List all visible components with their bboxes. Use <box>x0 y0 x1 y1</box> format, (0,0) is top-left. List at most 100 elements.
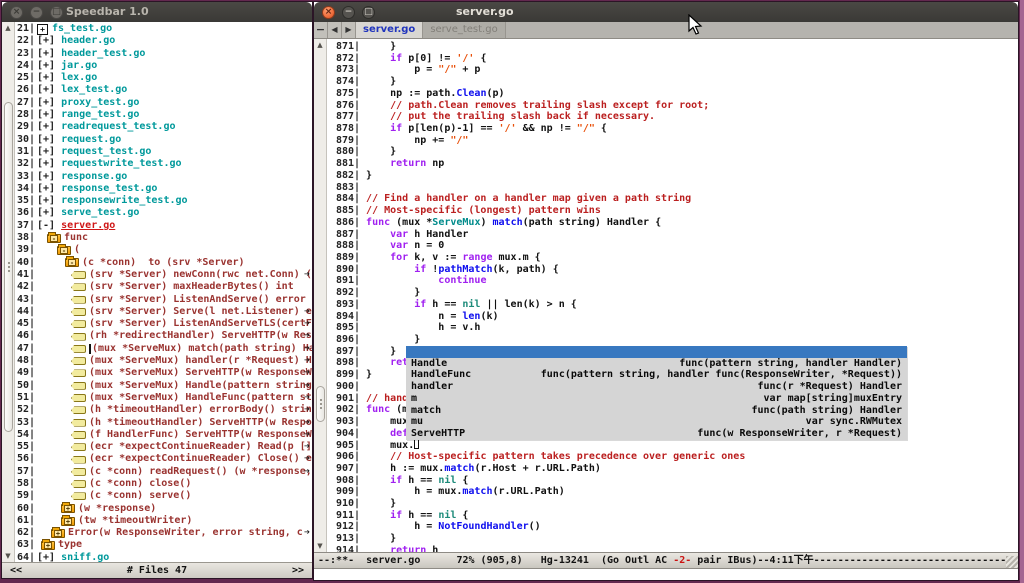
speedbar-item-lex-go[interactable]: 25|[+] lex.go <box>15 72 312 84</box>
folder-minus-icon[interactable]: - <box>47 234 61 243</box>
speedbar-item--[interactable]: 39|-( <box>15 244 312 256</box>
collapse-icon[interactable]: [-] <box>37 220 61 232</box>
folder-plus-icon[interactable]: + <box>51 529 65 538</box>
code-line-910[interactable]: 910| } <box>328 498 1018 510</box>
speedbar-item--mux-servemux-servehttp-w-responsew[interactable]: 49|(mux *ServeMux) ServeHTTP(w ResponseW… <box>15 367 312 379</box>
expand-icon[interactable]: [+] <box>37 158 61 170</box>
expand-icon[interactable]: [+] <box>37 195 61 207</box>
speedbar-item--c-conn-serve-[interactable]: 59|(c *conn) serve() <box>15 490 312 502</box>
scroll-up-icon[interactable]: ▲ <box>314 39 326 51</box>
tag-icon[interactable] <box>71 492 86 500</box>
speedbar-item-jar-go[interactable]: 24|[+] jar.go <box>15 60 312 72</box>
code-line-907[interactable]: 907| h := mux.match(r.Host + r.URL.Path) <box>328 463 1018 475</box>
speedbar-item-responsewrite-test-go[interactable]: 35|[+] responsewrite_test.go <box>15 195 312 207</box>
code-area[interactable]: ▲ ▼ 871| }872| if p[0] != '/' {873| p = … <box>314 39 1018 552</box>
autocomplete-item-selected[interactable] <box>406 346 907 358</box>
speedbar-item-server-go[interactable]: 37|[-] server.go <box>15 220 312 232</box>
speedbar-item--srv-server-serve-l-net-listener-e[interactable]: 44|(srv *Server) Serve(l net.Listener) e… <box>15 306 312 318</box>
expand-icon[interactable]: [+] <box>37 84 61 96</box>
editor-scroll-thumb[interactable] <box>316 386 325 422</box>
speedbar-item-requestwrite-test-go[interactable]: 32|[+] requestwrite_test.go <box>15 158 312 170</box>
speedbar-item-fs-test-go[interactable]: 21|+fs_test.go <box>15 23 312 35</box>
speedbar-item-response-go[interactable]: 33|[+] response.go <box>15 171 312 183</box>
file-expand-icon[interactable]: + <box>37 24 48 35</box>
minimize-icon[interactable]: − <box>30 6 43 19</box>
code-line-891[interactable]: 891| continue <box>328 275 1018 287</box>
speedbar-page-forward-button[interactable]: >> <box>292 563 304 578</box>
tag-icon[interactable] <box>71 382 86 390</box>
speedbar-item--c-conn-readrequest-w-response-[interactable]: 57|(c *conn) readRequest() (w *response,… <box>15 466 312 478</box>
close-icon[interactable]: × <box>322 6 335 19</box>
expand-icon[interactable]: [+] <box>37 552 61 562</box>
speedbar-item--srv-server-listenandserve-error[interactable]: 43|(srv *Server) ListenAndServe() error <box>15 294 312 306</box>
speedbar-item--h-timeouthandler-errorbody-strin[interactable]: 52|(h *timeoutHandler) errorBody() strin… <box>15 404 312 416</box>
tag-icon[interactable] <box>71 296 86 304</box>
speedbar-item--rh-redirecthandler-servehttp-w-res[interactable]: 46|(rh *redirectHandler) ServeHTTP(w Res… <box>15 330 312 342</box>
speedbar-item--ecr-expectcontinuereader-close-e[interactable]: 56|(ecr *expectContinueReader) Close() e… <box>15 453 312 465</box>
expand-icon[interactable]: [+] <box>37 171 61 183</box>
tag-icon[interactable] <box>71 357 86 365</box>
tag-icon[interactable] <box>71 468 86 476</box>
expand-icon[interactable]: [+] <box>37 207 61 219</box>
maximize-icon[interactable]: □ <box>50 6 63 19</box>
code-line-894[interactable]: 894| n = len(k) <box>328 311 1018 323</box>
speedbar-item--srv-server-newconn-rwc-net-conn-[interactable]: 41|(srv *Server) newConn(rwc net.Conn) (… <box>15 269 312 281</box>
folder-plus-icon[interactable]: + <box>61 517 75 526</box>
scroll-down-icon[interactable]: ▼ <box>2 550 14 562</box>
folder-minus-icon[interactable]: - <box>65 258 79 267</box>
speedbar-item-serve-test-go[interactable]: 36|[+] serve_test.go <box>15 207 312 219</box>
speedbar-scroll-thumb[interactable] <box>4 102 13 432</box>
code-line-886[interactable]: 886| func (mux *ServeMux) match(path str… <box>328 217 1018 229</box>
code-line-872[interactable]: 872| if p[0] != '/' { <box>328 53 1018 65</box>
tag-icon[interactable] <box>71 394 86 402</box>
speedbar-item--mux-servemux-handler-r-request-h[interactable]: 48|(mux *ServeMux) handler(r *Request) H… <box>15 355 312 367</box>
autocomplete-item-match[interactable]: matchfunc(path string) Handler <box>406 405 907 417</box>
code-line-885[interactable]: 885| // Most-specific (longest) pattern … <box>328 205 1018 217</box>
code-line-875[interactable]: 875| np := path.Clean(p) <box>328 88 1018 100</box>
code-line-884[interactable]: 884| // Find a handler on a handler map … <box>328 193 1018 205</box>
speedbar-item-lex-test-go[interactable]: 26|[+] lex_test.go <box>15 84 312 96</box>
code-line-905[interactable]: 905| mux. <box>328 439 1018 451</box>
code-line-880[interactable]: 880| } <box>328 146 1018 158</box>
code-line-882[interactable]: 882| } <box>328 170 1018 182</box>
speedbar-item--mux-servemux-handle-pattern-string[interactable]: 50|(mux *ServeMux) Handle(pattern string… <box>15 380 312 392</box>
expand-icon[interactable]: [+] <box>37 48 61 60</box>
autocomplete-item-mu[interactable]: muvar sync.RWMutex <box>406 416 907 428</box>
tag-icon[interactable] <box>71 320 86 328</box>
autocomplete-item-handlefunc[interactable]: HandleFuncfunc(pattern string, handler f… <box>406 369 907 381</box>
tag-icon[interactable] <box>71 419 86 427</box>
expand-icon[interactable]: [+] <box>37 60 61 72</box>
expand-icon[interactable]: [+] <box>37 146 61 158</box>
speedbar-item-request-test-go[interactable]: 31|[+] request_test.go <box>15 146 312 158</box>
speedbar-item--mux-servemux-handlefunc-pattern-st[interactable]: 51|(mux *ServeMux) HandleFunc(pattern st… <box>15 392 312 404</box>
speedbar-item--c-conn-close-[interactable]: 58|(c *conn) close() <box>15 478 312 490</box>
autocomplete-item-handler[interactable]: handlerfunc(r *Request) Handler <box>406 381 907 393</box>
expand-icon[interactable]: [+] <box>37 134 61 146</box>
speedbar-item-sniff-go[interactable]: 64|[+] sniff.go <box>15 552 312 562</box>
tag-icon[interactable] <box>71 369 86 377</box>
tab-serve-test-go[interactable]: serve_test.go <box>423 22 505 38</box>
speedbar-item--w-response-[interactable]: 60|+(w *response) <box>15 503 312 515</box>
folder-plus-icon[interactable]: + <box>61 504 75 513</box>
speedbar-item--c-conn-to-srv-server-[interactable]: 40|-(c *conn) to (srv *Server) <box>15 257 312 269</box>
folder-plus-icon[interactable]: + <box>41 541 55 550</box>
speedbar-item-error-w-responsewriter-error-string-c[interactable]: 62|+Error(w ResponseWriter, error string… <box>15 527 312 539</box>
speedbar-titlebar[interactable]: × − □ Speedbar 1.0 <box>2 2 312 22</box>
autocomplete-item-m[interactable]: mvar map[string]muxEntry <box>406 393 907 405</box>
folder-minus-icon[interactable]: - <box>57 246 71 255</box>
speedbar-item--f-handlerfunc-servehttp-w-responsew[interactable]: 54|(f HandlerFunc) ServeHTTP(w ResponseW… <box>15 429 312 441</box>
code-line-896[interactable]: 896| } <box>328 334 1018 346</box>
code-line-892[interactable]: 892| } <box>328 287 1018 299</box>
code-line-876[interactable]: 876| // path.Clean removes trailing slas… <box>328 100 1018 112</box>
tag-icon[interactable] <box>71 271 86 279</box>
tab-server-go[interactable]: server.go <box>356 22 423 38</box>
tabbar-scroll-right-icon[interactable]: ▶ <box>342 22 356 38</box>
speedbar-item-header-go[interactable]: 22|[+] header.go <box>15 35 312 47</box>
speedbar-item-response-test-go[interactable]: 34|[+] response_test.go <box>15 183 312 195</box>
code-line-871[interactable]: 871| } <box>328 41 1018 53</box>
code-line-888[interactable]: 888| var n = 0 <box>328 240 1018 252</box>
code-line-879[interactable]: 879| np += "/" <box>328 135 1018 147</box>
autocomplete-item-handle[interactable]: Handlefunc(pattern string, handler Handl… <box>406 358 907 370</box>
tag-icon[interactable] <box>71 308 86 316</box>
maximize-icon[interactable]: □ <box>362 6 375 19</box>
